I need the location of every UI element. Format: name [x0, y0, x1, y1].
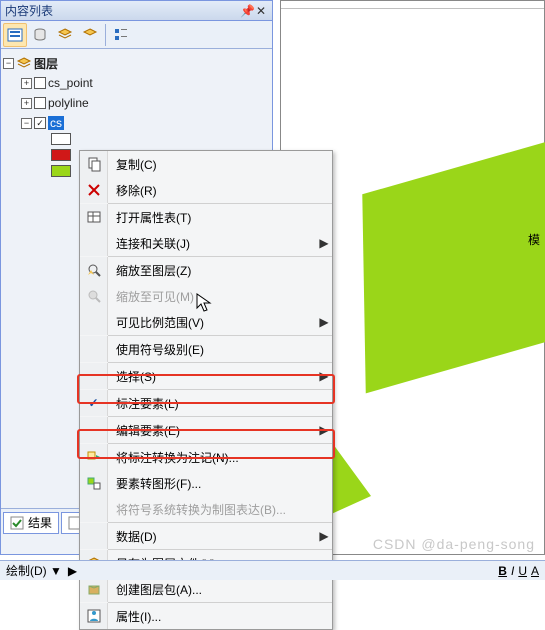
- menu-item[interactable]: 选择(S)▶: [80, 363, 332, 389]
- menu-item[interactable]: 打开属性表(T): [80, 204, 332, 230]
- check: ✓: [80, 390, 108, 416]
- table-icon: [80, 204, 108, 230]
- panel-toolbar: [1, 21, 272, 49]
- layer-checkbox[interactable]: [34, 77, 46, 89]
- zoom-visible-icon: [80, 283, 108, 309]
- separator: [105, 24, 106, 46]
- expand-toggle[interactable]: −: [21, 118, 32, 129]
- menu-item[interactable]: 将标注转换为注记(N)...: [80, 444, 332, 470]
- menu-label: 选择(S): [108, 368, 316, 385]
- layer-name[interactable]: polyline: [48, 96, 89, 110]
- options-button[interactable]: [109, 23, 133, 47]
- menu-label: 使用符号级别(E): [108, 341, 332, 358]
- layer-context-menu: 复制(C)移除(R)打开属性表(T)连接和关联(J)▶缩放至图层(Z)缩放至可见…: [79, 150, 333, 630]
- menu-item[interactable]: 数据(D)▶: [80, 523, 332, 549]
- feature-label: 模: [528, 231, 540, 248]
- remove-icon: [80, 177, 108, 203]
- menu-item[interactable]: 属性(I)...: [80, 603, 332, 629]
- menu-item[interactable]: 可见比例范围(V)▶: [80, 309, 332, 335]
- panel-title: 内容列表: [5, 2, 240, 19]
- source-button[interactable]: [28, 23, 52, 47]
- menu-icon: [80, 309, 108, 335]
- bold-indicator[interactable]: B: [498, 564, 507, 578]
- italic-indicator[interactable]: I: [511, 564, 514, 578]
- menu-label: 数据(D): [108, 528, 316, 545]
- menu-label: 可见比例范围(V): [108, 314, 316, 331]
- menu-label: 编辑要素(E): [108, 422, 316, 439]
- menu-icon: [80, 230, 108, 256]
- menu-item[interactable]: 复制(C): [80, 151, 332, 177]
- draw-dropdown[interactable]: 绘制(D) ▼: [6, 562, 62, 579]
- menu-label: 标注要素(L): [108, 395, 332, 412]
- tab-label: 结果: [28, 514, 52, 531]
- menu-item: 缩放至可见(M): [80, 283, 332, 309]
- submenu-arrow-icon: ▶: [316, 369, 332, 383]
- menu-icon: [80, 496, 108, 522]
- feature-graphic-icon: [80, 470, 108, 496]
- menu-item[interactable]: 移除(R): [80, 177, 332, 203]
- menu-icon: [80, 417, 108, 443]
- menu-label: 缩放至可见(M): [108, 288, 332, 305]
- layers-icon: [16, 55, 32, 71]
- panel-titlebar: 内容列表 📌 ✕: [1, 1, 272, 21]
- status-bar: 绘制(D) ▼ ▶ B I U A: [0, 560, 545, 580]
- convert-anno-icon: [80, 444, 108, 470]
- menu-item[interactable]: 编辑要素(E)▶: [80, 417, 332, 443]
- polygon-feature: [362, 109, 545, 394]
- layer-name[interactable]: cs_point: [48, 76, 93, 90]
- submenu-arrow-icon: ▶: [316, 423, 332, 437]
- layers-button[interactable]: [53, 23, 77, 47]
- menu-icon: [80, 336, 108, 362]
- close-icon[interactable]: ✕: [254, 4, 268, 18]
- menu-label: 复制(C): [108, 156, 332, 173]
- menu-icon: [80, 523, 108, 549]
- menu-item[interactable]: 连接和关联(J)▶: [80, 230, 332, 256]
- tab-results[interactable]: 结果: [3, 512, 59, 534]
- menu-item[interactable]: 要素转图形(F)...: [80, 470, 332, 496]
- menu-item: 将符号系统转换为制图表达(B)...: [80, 496, 332, 522]
- props-icon: [80, 603, 108, 629]
- root-label: 图层: [34, 55, 58, 72]
- menu-item[interactable]: 使用符号级别(E): [80, 336, 332, 362]
- pointer-tool-icon[interactable]: ▶: [68, 564, 77, 578]
- submenu-arrow-icon: ▶: [316, 315, 332, 329]
- menu-item[interactable]: ✓标注要素(L): [80, 390, 332, 416]
- menu-label: 属性(I)...: [108, 608, 332, 625]
- copy-icon: [80, 151, 108, 177]
- list-view-button[interactable]: [3, 23, 27, 47]
- menu-icon: [80, 363, 108, 389]
- menu-label: 连接和关联(J): [108, 235, 316, 252]
- pin-icon[interactable]: 📌: [240, 4, 254, 18]
- symbol-swatch[interactable]: [51, 165, 71, 177]
- menu-label: 移除(R): [108, 182, 332, 199]
- menu-label: 打开属性表(T): [108, 209, 332, 226]
- menu-label: 创建图层包(A)...: [108, 581, 332, 598]
- symbol-swatch[interactable]: [51, 133, 71, 145]
- underline-indicator[interactable]: U: [518, 564, 527, 578]
- expand-toggle[interactable]: −: [3, 58, 14, 69]
- menu-label: 缩放至图层(Z): [108, 262, 332, 279]
- results-icon: [10, 516, 24, 530]
- expand-toggle[interactable]: +: [21, 98, 32, 109]
- menu-item[interactable]: 缩放至图层(Z): [80, 257, 332, 283]
- expand-toggle[interactable]: +: [21, 78, 32, 89]
- symbol-swatch[interactable]: [51, 149, 71, 161]
- font-indicator[interactable]: A: [531, 564, 539, 578]
- menu-label: 将标注转换为注记(N)...: [108, 449, 332, 466]
- submenu-arrow-icon: ▶: [316, 236, 332, 250]
- layer-checkbox[interactable]: [34, 97, 46, 109]
- menu-label: 将符号系统转换为制图表达(B)...: [108, 501, 332, 518]
- visibility-button[interactable]: [78, 23, 102, 47]
- zoom-layer-icon: [80, 257, 108, 283]
- layer-checkbox[interactable]: ✓: [34, 117, 46, 129]
- layer-name-selected[interactable]: cs: [48, 116, 64, 130]
- menu-label: 要素转图形(F)...: [108, 475, 332, 492]
- submenu-arrow-icon: ▶: [316, 529, 332, 543]
